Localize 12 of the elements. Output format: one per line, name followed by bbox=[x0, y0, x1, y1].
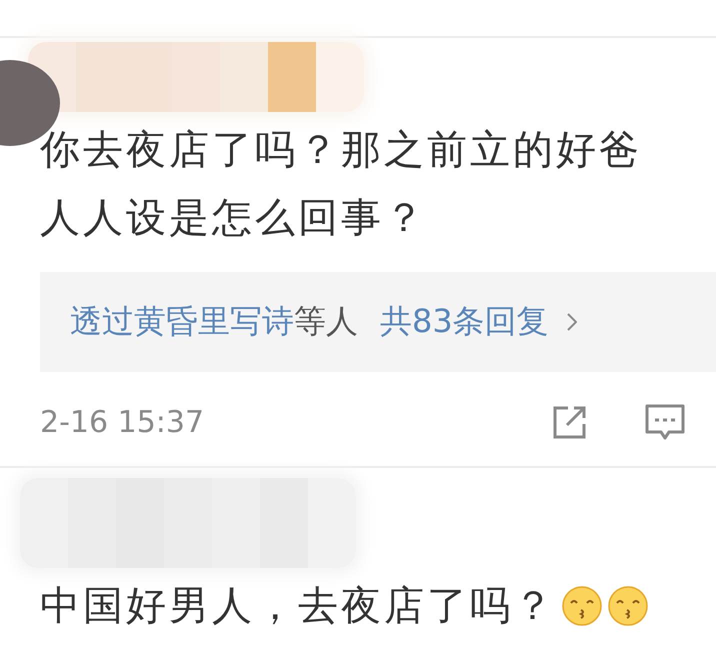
comment-time: 2-16 15:37 bbox=[40, 404, 206, 440]
chevron-icon bbox=[566, 313, 577, 331]
comment-text-line: 人人设是怎么回事？ bbox=[40, 194, 427, 243]
comment-text: 中国好男人，去夜店了吗？ bbox=[40, 582, 556, 631]
comment-text-line: 你去夜店了吗？那之前立的好爸 bbox=[40, 126, 642, 175]
replies-panel[interactable]: 透过黄昏里写诗等人 共83条回复 bbox=[40, 272, 716, 372]
reply-users[interactable]: 透过黄昏里写诗 bbox=[70, 300, 294, 344]
comment-icon[interactable] bbox=[644, 402, 686, 442]
kiss-emoji-icon bbox=[608, 586, 648, 626]
reply-count[interactable]: 共83条回复 bbox=[380, 300, 549, 344]
reply-suffix: 等人 bbox=[294, 301, 358, 342]
kiss-emoji-icon bbox=[562, 586, 602, 626]
